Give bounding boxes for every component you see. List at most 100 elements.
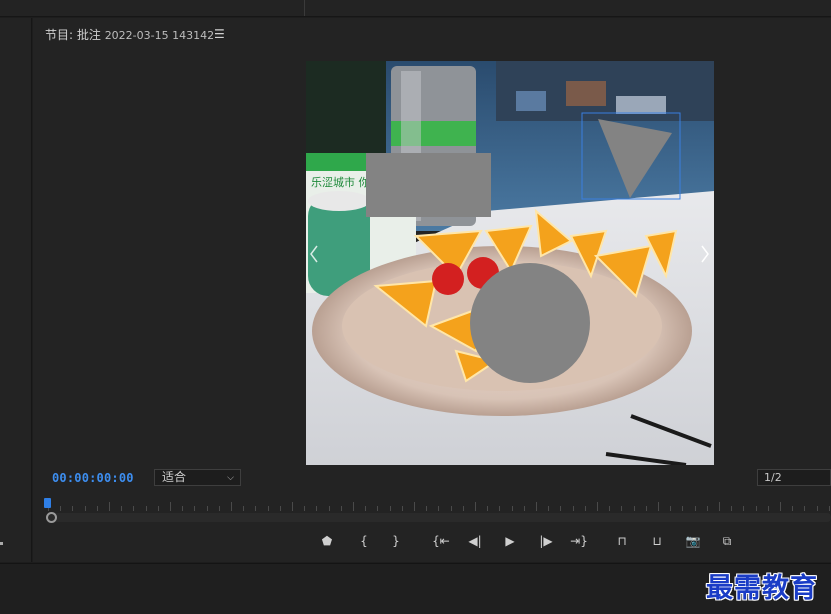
ruler-tick: [328, 506, 330, 511]
time-ruler[interactable]: [43, 496, 831, 512]
ruler-tick: [560, 506, 562, 511]
add-marker-button[interactable]: ⬟: [316, 530, 338, 552]
ruler-tick: [621, 506, 623, 511]
ruler-tick: [572, 506, 574, 511]
ruler-tick: [792, 506, 794, 511]
ruler-tick: [816, 506, 818, 511]
program-monitor: 节目: 批注 2022-03-15 143142 ☰ 乐涩城市 你 00:00:…: [33, 18, 831, 562]
extract-button[interactable]: ⊔: [646, 530, 668, 552]
playhead-timecode[interactable]: 00:00:00:00: [52, 471, 134, 485]
panel-title-text: 节目: 批注: [45, 28, 101, 42]
play-button[interactable]: ▶: [499, 530, 521, 552]
top-tab-strip: [0, 0, 831, 17]
ruler-tick: [682, 506, 684, 511]
ruler-tick: [133, 506, 135, 511]
ruler-tick: [755, 506, 757, 511]
ruler-tick: [206, 506, 208, 511]
resolution-value: 1/2: [764, 471, 782, 484]
circle-shape[interactable]: [470, 263, 590, 383]
go-to-in-button[interactable]: {⇤: [430, 530, 452, 552]
export-frame-button[interactable]: 📷: [682, 530, 704, 552]
ruler-tick: [584, 506, 586, 511]
video-frame: 乐涩城市 你: [306, 61, 714, 465]
fit-zoom-value: 适合: [162, 470, 187, 484]
ruler-tick: [438, 506, 440, 511]
ruler-tick: [157, 506, 159, 511]
ruler-tick: [267, 506, 269, 511]
ruler-tick: [304, 506, 306, 511]
ruler-tick: [475, 502, 476, 511]
ruler-tick: [218, 506, 220, 511]
ruler-tick: [780, 502, 781, 511]
video-preview[interactable]: 乐涩城市 你: [306, 61, 714, 465]
ruler-tick: [340, 506, 342, 511]
ruler-tick: [414, 502, 415, 511]
ruler-tick: [109, 502, 110, 511]
ruler-tick: [719, 502, 720, 511]
ruler-tick: [536, 502, 537, 511]
ruler-tick: [767, 506, 769, 511]
chevron-down-icon: ⌵: [227, 473, 234, 483]
ruler-tick: [658, 502, 659, 511]
ruler-tick: [426, 506, 428, 511]
go-to-out-button[interactable]: ⇥}: [568, 530, 590, 552]
ruler-tick: [670, 506, 672, 511]
ruler-tick: [72, 506, 74, 511]
ruler-tick: [96, 506, 98, 511]
ruler-tick: [743, 506, 745, 511]
zoom-scroll-handle[interactable]: [46, 512, 57, 523]
ruler-tick: [255, 506, 257, 511]
ruler-tick: [243, 506, 245, 511]
mark-out-button[interactable]: }: [385, 530, 407, 552]
ruler-tick: [706, 506, 708, 511]
ruler-tick: [121, 506, 123, 511]
ruler-tick: [316, 506, 318, 511]
watermark-logo: 最需教育: [706, 573, 818, 604]
ruler-tick: [353, 502, 354, 511]
ruler-tick: [194, 506, 196, 511]
ruler-tick: [170, 502, 171, 511]
hamburger-icon[interactable]: ☰: [214, 27, 225, 41]
ruler-tick: [279, 506, 281, 511]
ruler-tick: [487, 506, 489, 511]
mark-in-button[interactable]: {: [353, 530, 375, 552]
left-panel-edge: [0, 18, 32, 562]
ruler-tick: [401, 506, 403, 511]
ruler-tick: [548, 506, 550, 511]
step-forward-button[interactable]: |▶: [535, 530, 557, 552]
ruler-tick: [377, 506, 379, 511]
ruler-tick: [694, 506, 696, 511]
ruler-tick: [182, 506, 184, 511]
tab-separator: [304, 0, 305, 16]
ruler-tick: [633, 506, 635, 511]
ruler-tick: [597, 502, 598, 511]
ruler-tick: [292, 502, 293, 511]
step-back-button[interactable]: ◀|: [464, 530, 486, 552]
rectangle-shape[interactable]: [366, 153, 491, 217]
ruler-tick: [804, 506, 806, 511]
zoom-scrollbar[interactable]: [47, 513, 831, 522]
ruler-tick: [389, 506, 391, 511]
panel-title: 节目: 批注 2022-03-15 143142: [45, 26, 214, 43]
ruler-tick: [609, 506, 611, 511]
playback-resolution-select[interactable]: 1/2: [757, 469, 831, 486]
lift-button[interactable]: ⊓: [611, 530, 633, 552]
transport-controls: ⬟ {} {⇤ ◀| ▶ |▶ ⇥} ⊓ ⊔ 📷 ⧉: [33, 530, 831, 552]
ruler-tick: [84, 506, 86, 511]
panel-edge-dot: [0, 542, 3, 545]
ruler-tick: [462, 506, 464, 511]
ruler-tick: [828, 506, 830, 511]
ruler-tick: [60, 506, 62, 511]
fit-zoom-select[interactable]: 适合 ⌵: [154, 469, 241, 486]
ruler-tick: [450, 506, 452, 511]
svg-text:乐涩城市 你: 乐涩城市 你: [311, 175, 370, 189]
ruler-tick: [523, 506, 525, 511]
ruler-tick: [231, 502, 232, 511]
compare-view-button[interactable]: ⧉: [716, 530, 738, 552]
ruler-tick: [365, 506, 367, 511]
ruler-tick: [645, 506, 647, 511]
ruler-tick: [145, 506, 147, 511]
playhead-marker[interactable]: [44, 498, 51, 508]
ruler-tick: [499, 506, 501, 511]
ruler-tick: [511, 506, 513, 511]
